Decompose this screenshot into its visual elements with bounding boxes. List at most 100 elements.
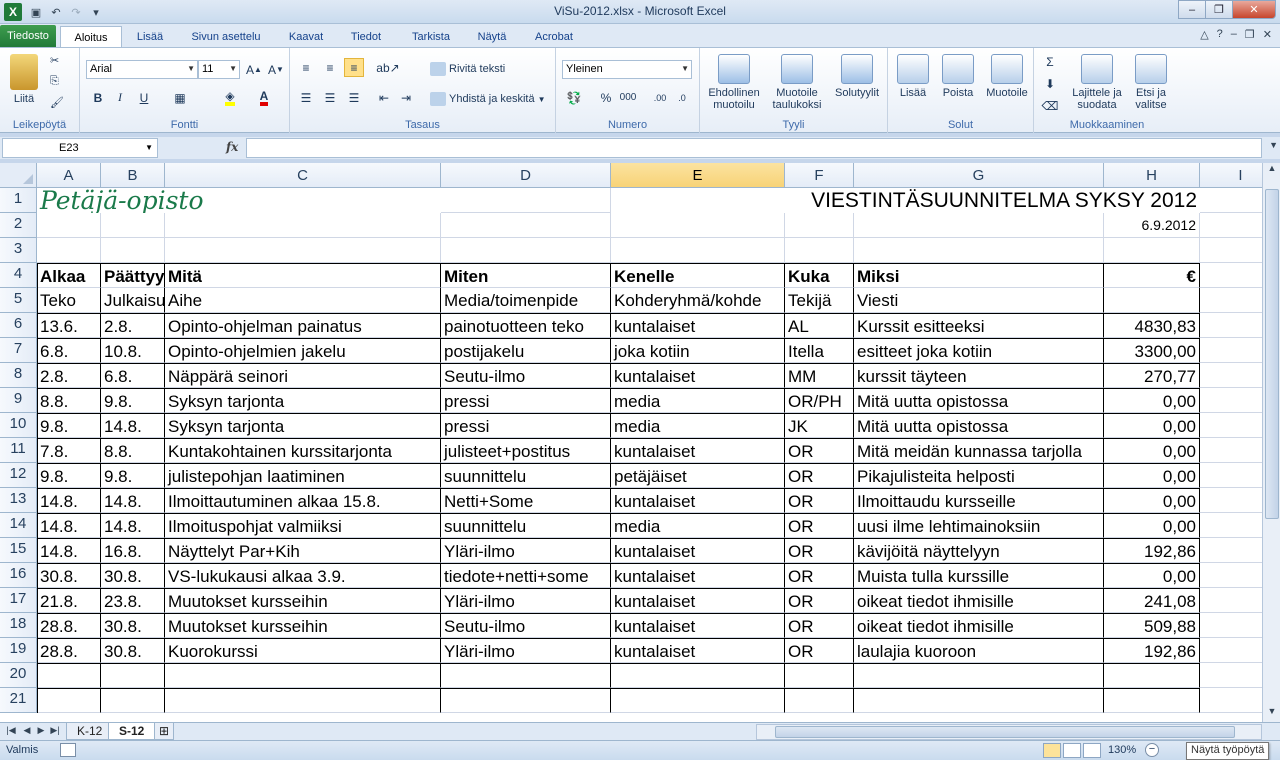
empty-h20[interactable] (1104, 663, 1200, 688)
clear-icon[interactable]: ⌫ (1040, 96, 1060, 115)
data-h11[interactable]: 0,00 (1104, 438, 1200, 463)
data-e17[interactable]: kuntalaiset (611, 588, 785, 613)
row-header-3[interactable]: 3 (0, 238, 37, 263)
orientation-icon[interactable]: ab↗ (376, 58, 399, 77)
cell-i12[interactable] (1200, 463, 1262, 488)
cell-d3[interactable] (441, 238, 611, 263)
format-painter-button[interactable]: 🖌 (50, 96, 64, 109)
row-header-21[interactable]: 21 (0, 688, 37, 713)
data-c12[interactable]: julistepohjan laatiminen (165, 463, 441, 488)
data-h18[interactable]: 509,88 (1104, 613, 1200, 638)
tab-page-layout[interactable]: Sivun asettelu (180, 26, 272, 48)
empty-b21[interactable] (101, 688, 165, 713)
row-header-4[interactable]: 4 (0, 263, 37, 288)
data-d8[interactable]: Seutu-ilmo (441, 363, 611, 388)
bold-button[interactable]: B (88, 88, 108, 107)
data-e16[interactable]: kuntalaiset (611, 563, 785, 588)
data-h6[interactable]: 4830,83 (1104, 313, 1200, 338)
cell-i10[interactable] (1200, 413, 1262, 438)
data-a11[interactable]: 7.8. (37, 438, 101, 463)
cell-i20[interactable] (1200, 663, 1262, 688)
data-g9[interactable]: Mitä uutta opistossa (854, 388, 1104, 413)
conditional-format-button[interactable]: Ehdollinen muotoilu (704, 54, 764, 111)
empty-f20[interactable] (785, 663, 854, 688)
zoom-out-icon[interactable]: − (1145, 743, 1159, 757)
data-e9[interactable]: media (611, 388, 785, 413)
data-h15[interactable]: 192,86 (1104, 538, 1200, 563)
tab-formulas[interactable]: Kaavat (280, 26, 332, 48)
empty-c21[interactable] (165, 688, 441, 713)
row-header-5[interactable]: 5 (0, 288, 37, 313)
increase-decimal-icon[interactable]: .00 (650, 88, 670, 107)
fill-icon[interactable]: ⬇ (1040, 74, 1060, 93)
column-header-f[interactable]: F (785, 163, 854, 188)
data-h16[interactable]: 0,00 (1104, 563, 1200, 588)
cell-g2[interactable] (854, 213, 1104, 238)
data-f12[interactable]: OR (785, 463, 854, 488)
currency-icon[interactable]: 💱 (564, 88, 584, 107)
data-c17[interactable]: Muutokset kursseihin (165, 588, 441, 613)
data-b6[interactable]: 2.8. (101, 313, 165, 338)
data-a6[interactable]: 13.6. (37, 313, 101, 338)
data-d19[interactable]: Yläri-ilmo (441, 638, 611, 663)
row-header-7[interactable]: 7 (0, 338, 37, 363)
insert-function-icon[interactable]: fx (226, 140, 238, 154)
empty-h21[interactable] (1104, 688, 1200, 713)
empty-e21[interactable] (611, 688, 785, 713)
doc-close-icon[interactable]: ✕ (1263, 28, 1272, 41)
cell-i3[interactable] (1200, 238, 1262, 263)
restore-button[interactable]: ❐ (1205, 0, 1233, 19)
empty-b20[interactable] (101, 663, 165, 688)
data-h13[interactable]: 0,00 (1104, 488, 1200, 513)
align-top-icon[interactable]: ≡ (296, 58, 316, 77)
header-d[interactable]: Miten (441, 263, 611, 288)
data-e19[interactable]: kuntalaiset (611, 638, 785, 663)
data-f10[interactable]: JK (785, 413, 854, 438)
first-sheet-icon[interactable]: |◀ (4, 725, 18, 739)
data-b10[interactable]: 14.8. (101, 413, 165, 438)
sheet-tab-s12[interactable]: S-12 (108, 723, 156, 740)
data-a10[interactable]: 9.8. (37, 413, 101, 438)
cut-button[interactable]: ✂ (50, 54, 59, 67)
vertical-scrollbar[interactable]: ▲ ▼ (1262, 163, 1280, 722)
data-c19[interactable]: Kuorokurssi (165, 638, 441, 663)
cell-i9[interactable] (1200, 388, 1262, 413)
row-header-17[interactable]: 17 (0, 588, 37, 613)
data-h7[interactable]: 3300,00 (1104, 338, 1200, 363)
data-a18[interactable]: 28.8. (37, 613, 101, 638)
column-header-a[interactable]: A (37, 163, 101, 188)
tab-home[interactable]: Aloitus (60, 26, 122, 48)
column-header-h[interactable]: H (1104, 163, 1200, 188)
cell-i19[interactable] (1200, 638, 1262, 663)
data-c6[interactable]: Opinto-ohjelman painatus (165, 313, 441, 338)
data-c16[interactable]: VS-lukukausi alkaa 3.9. (165, 563, 441, 588)
data-b18[interactable]: 30.8. (101, 613, 165, 638)
find-select-button[interactable]: Etsi ja valitse (1126, 54, 1176, 111)
data-f16[interactable]: OR (785, 563, 854, 588)
font-color-icon[interactable]: A (254, 88, 274, 107)
empty-d21[interactable] (441, 688, 611, 713)
data-h12[interactable]: 0,00 (1104, 463, 1200, 488)
data-b9[interactable]: 9.8. (101, 388, 165, 413)
header-b[interactable]: Päättyy (101, 263, 165, 288)
data-h17[interactable]: 241,08 (1104, 588, 1200, 613)
data-e11[interactable]: kuntalaiset (611, 438, 785, 463)
column-header-c[interactable]: C (165, 163, 441, 188)
name-box[interactable]: E23 ▼ (2, 138, 158, 158)
data-g18[interactable]: oikeat tiedot ihmisille (854, 613, 1104, 638)
data-e14[interactable]: media (611, 513, 785, 538)
data-e12[interactable]: petäjäiset (611, 463, 785, 488)
data-h10[interactable]: 0,00 (1104, 413, 1200, 438)
data-c13[interactable]: Ilmoittautuminen alkaa 15.8. (165, 488, 441, 513)
data-c8[interactable]: Näppärä seinori (165, 363, 441, 388)
data-g16[interactable]: Muista tulla kurssille (854, 563, 1104, 588)
borders-icon[interactable]: ▦ (170, 88, 190, 107)
format-as-table-button[interactable]: Muotoile taulukoksi (766, 54, 828, 111)
data-e8[interactable]: kuntalaiset (611, 363, 785, 388)
font-family-select[interactable]: Arial ▼ (86, 60, 198, 79)
row-header-13[interactable]: 13 (0, 488, 37, 513)
fill-color-icon[interactable]: ◈ (220, 88, 240, 107)
cell-d2[interactable] (441, 213, 611, 238)
data-e6[interactable]: kuntalaiset (611, 313, 785, 338)
close-button[interactable]: ✕ (1232, 0, 1276, 19)
